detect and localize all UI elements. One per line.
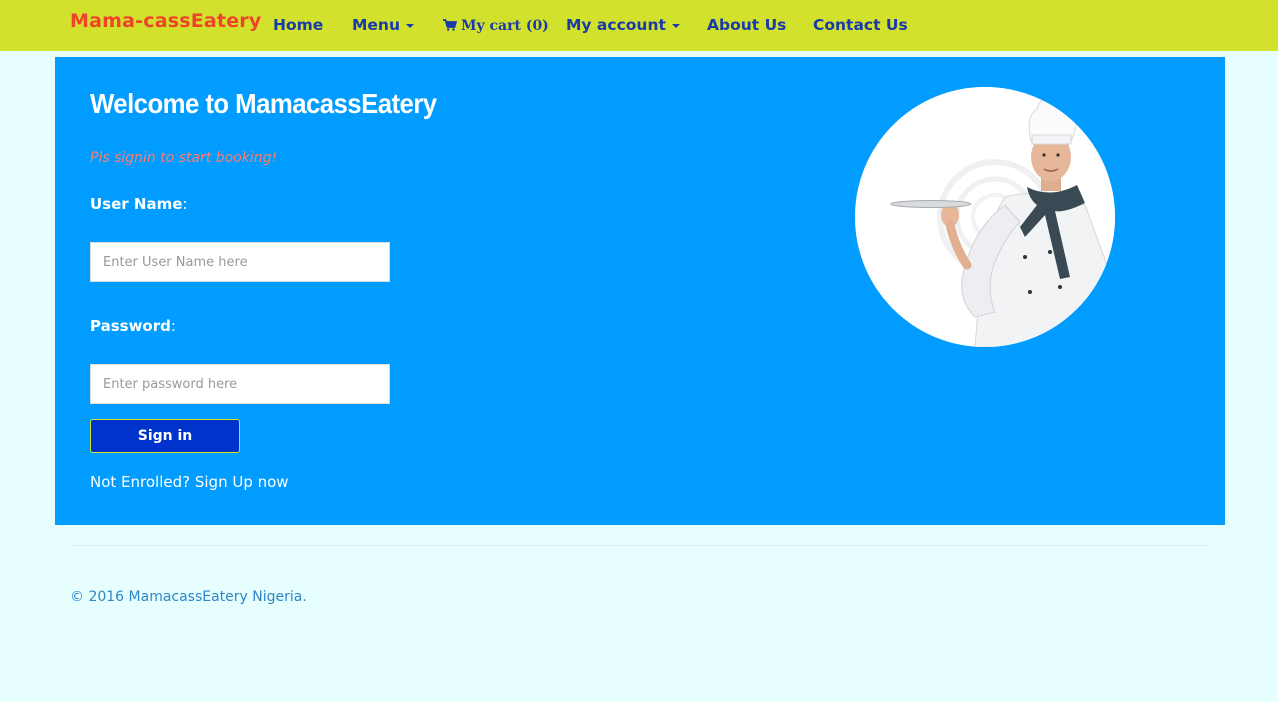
login-panel: Welcome to MamacassEatery Pls signin to … [55,57,1225,525]
caret-down-icon [671,23,680,28]
nav-cart[interactable]: My cart (0) [443,18,549,34]
signin-button[interactable]: Sign in [90,419,240,453]
chef-image [855,87,1115,347]
shopping-cart-icon [443,19,457,31]
signin-prompt: Pls signin to start booking! [90,150,278,166]
username-label: User Name: [90,195,187,213]
nav-menu-label: Menu [352,16,401,34]
caret-down-icon [406,23,415,28]
nav-account-label: My account [566,16,666,34]
nav-contact-label: Contact Us [813,16,908,34]
nav-account-dropdown[interactable]: My account [566,16,680,34]
password-label: Password: [90,317,176,335]
nav-about[interactable]: About Us [707,16,786,34]
page-title: Welcome to MamacassEatery [90,88,437,119]
nav-home[interactable]: Home [273,16,323,34]
footer-divider [70,545,1210,546]
nav-menu-dropdown[interactable]: Menu [352,16,415,34]
brand-logo[interactable]: Mama-cassEatery [70,10,261,32]
navbar: Mama-cassEatery Home Menu My cart (0) My… [0,0,1278,51]
username-label-colon: : [182,195,188,213]
nav-contact[interactable]: Contact Us [813,16,908,34]
username-input[interactable] [90,242,390,282]
copyright-text: © 2016 MamacassEatery Nigeria. [70,589,307,605]
signup-link[interactable]: Not Enrolled? Sign Up now [90,473,289,491]
password-input[interactable] [90,364,390,404]
password-label-colon: : [170,317,176,335]
password-label-text: Password [90,317,171,335]
username-label-text: User Name [90,195,183,213]
chef-illustration [855,87,1115,347]
nav-home-label: Home [273,16,324,34]
nav-about-label: About Us [707,16,787,34]
nav-cart-label: My cart (0) [461,18,549,34]
